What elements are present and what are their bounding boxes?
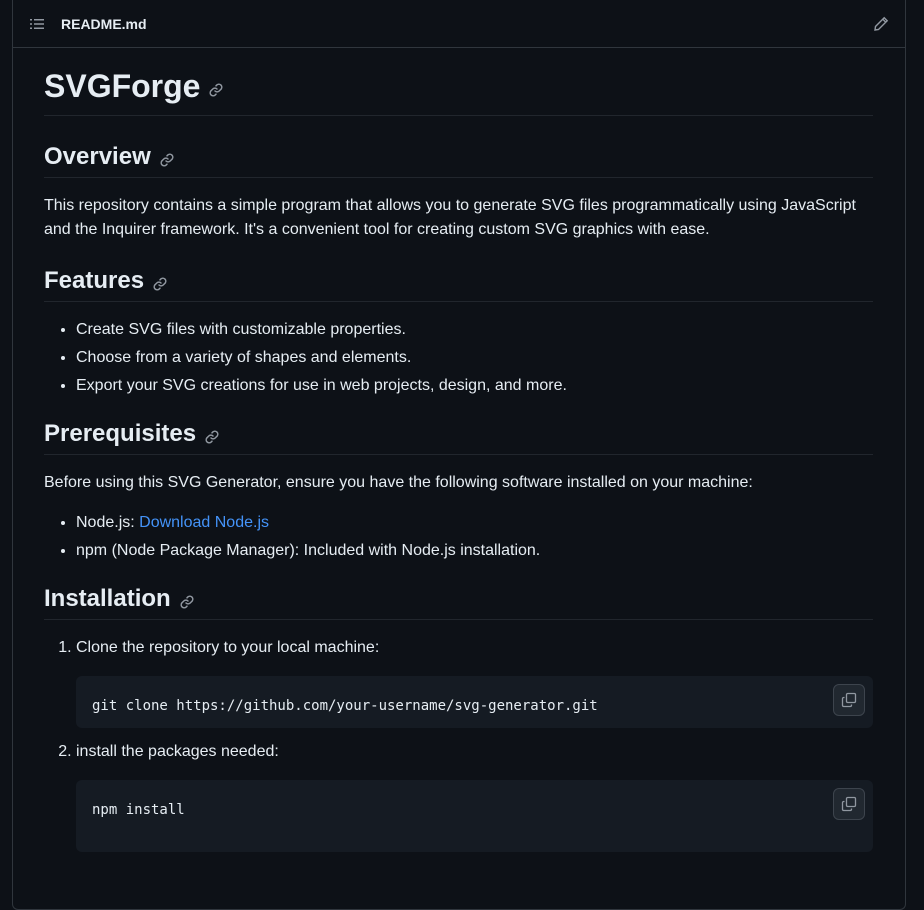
readme-body: SVGForge Overview This repository contai… — [13, 66, 905, 852]
step-text: Clone the repository to your local machi… — [76, 639, 380, 656]
features-list: Create SVG files with customizable prope… — [44, 318, 873, 398]
link-icon[interactable] — [208, 82, 224, 98]
installation-steps: Clone the repository to your local machi… — [44, 636, 873, 852]
installation-heading-text: Installation — [44, 585, 171, 612]
node-label: Node.js: — [76, 514, 140, 531]
code-block: npm install — [76, 780, 873, 852]
prerequisites-heading: Prerequisites — [44, 418, 873, 455]
overview-text: This repository contains a simple progra… — [44, 197, 856, 238]
list-item: Node.js: Download Node.js — [76, 511, 873, 535]
copy-button[interactable] — [833, 684, 865, 716]
list-item: Create SVG files with customizable prope… — [76, 318, 873, 342]
link-icon[interactable] — [204, 429, 220, 445]
readme-container: README.md SVGForge Overview This reposit… — [12, 0, 906, 910]
file-header: README.md — [13, 0, 905, 48]
code-block: git clone https://github.com/your-userna… — [76, 676, 873, 728]
installation-heading: Installation — [44, 583, 873, 620]
overview-heading: Overview — [44, 141, 873, 178]
copy-icon — [841, 692, 857, 708]
list-unordered-icon[interactable] — [29, 16, 45, 32]
prerequisites-heading-text: Prerequisites — [44, 420, 197, 447]
link-icon[interactable] — [152, 276, 168, 292]
prerequisites-list: Node.js: Download Node.js npm (Node Pack… — [44, 511, 873, 563]
download-node-link[interactable]: Download Node.js — [139, 514, 269, 531]
title-text: SVGForge — [44, 68, 201, 104]
list-item: npm (Node Package Manager): Included wit… — [76, 539, 873, 563]
prerequisites-intro: Before using this SVG Generator, ensure … — [44, 474, 753, 491]
pencil-icon[interactable] — [873, 16, 889, 32]
link-icon[interactable] — [159, 152, 175, 168]
code-text[interactable]: git clone https://github.com/your-userna… — [92, 698, 598, 714]
features-heading: Features — [44, 265, 873, 302]
copy-button[interactable] — [833, 788, 865, 820]
overview-heading-text: Overview — [44, 143, 151, 170]
readme-title: SVGForge — [44, 66, 873, 116]
link-icon[interactable] — [179, 594, 195, 610]
list-item: install the packages needed: npm install — [76, 740, 873, 852]
file-name: README.md — [61, 15, 147, 32]
copy-icon — [841, 796, 857, 812]
code-text[interactable]: npm install — [92, 802, 185, 818]
list-item: Clone the repository to your local machi… — [76, 636, 873, 728]
features-heading-text: Features — [44, 267, 145, 294]
step-text: install the packages needed: — [76, 743, 279, 760]
list-item: Export your SVG creations for use in web… — [76, 374, 873, 398]
list-item: Choose from a variety of shapes and elem… — [76, 346, 873, 370]
